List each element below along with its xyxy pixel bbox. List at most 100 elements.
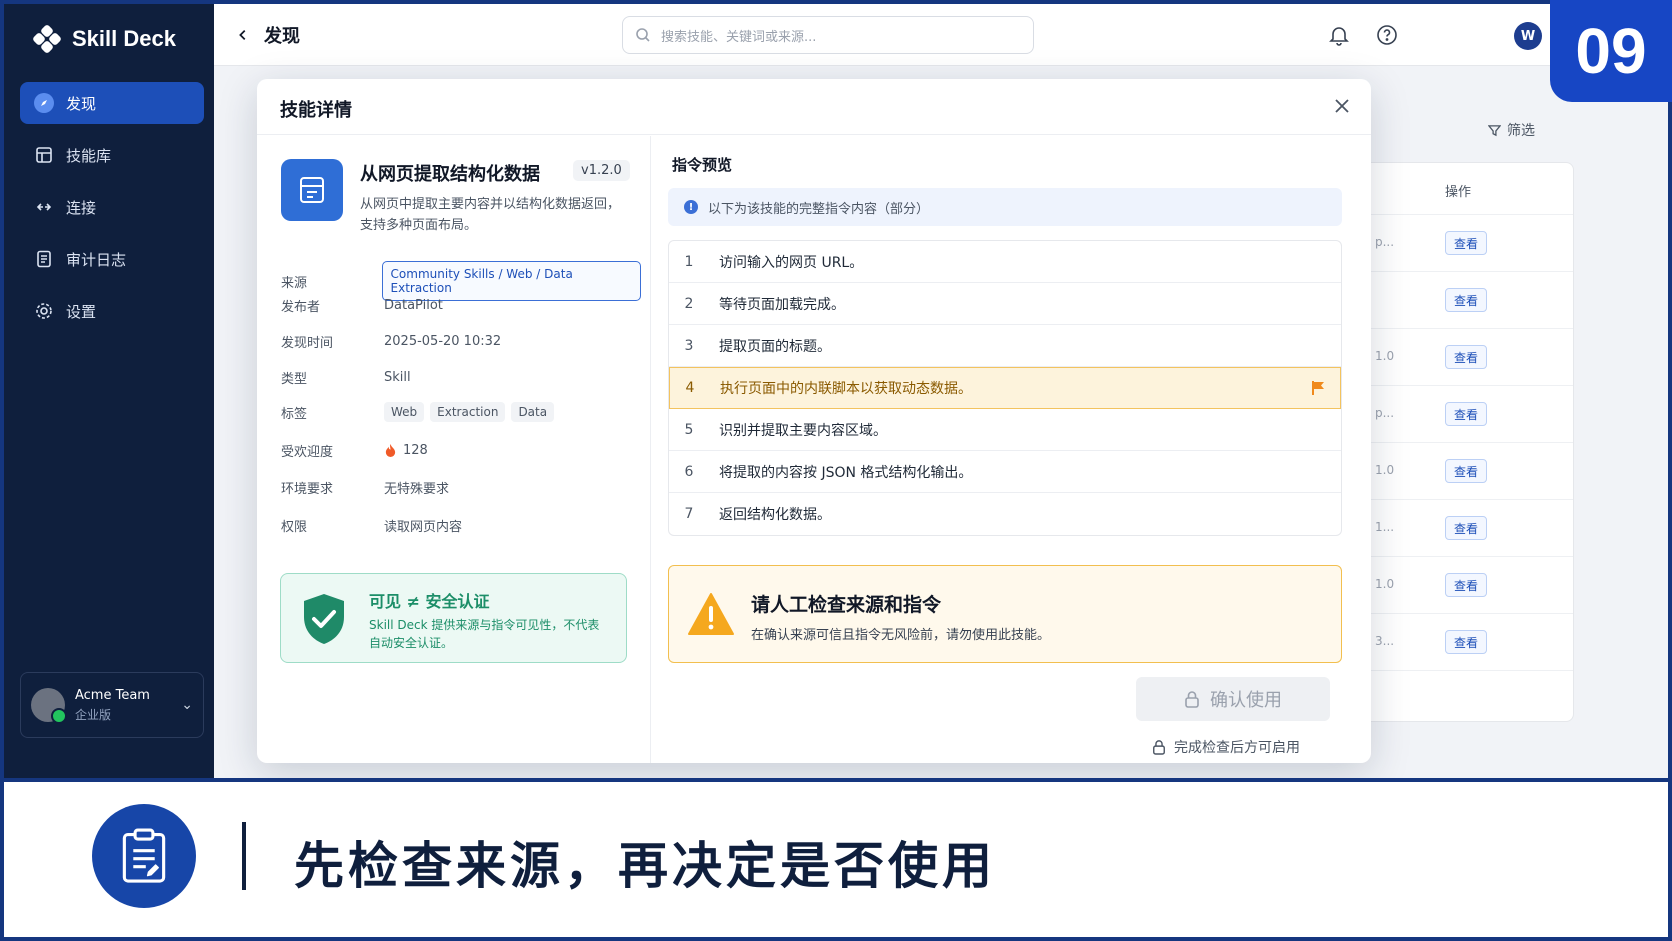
sidebar-item-connect[interactable]: 连接 <box>20 186 204 228</box>
skill-icon <box>281 159 343 221</box>
instruction-step: 2 等待页面加载完成。 <box>669 283 1341 325</box>
view-button[interactable]: 查看 <box>1445 231 1487 255</box>
meta-label: 权限 <box>281 520 308 535</box>
step-text: 返回结构化数据。 <box>719 507 831 523</box>
filter-button[interactable]: 筛选 <box>1488 120 1535 140</box>
meta-popularity: 受欢迎度 128 <box>281 441 641 460</box>
step-number: 3 <box>684 337 694 354</box>
view-button[interactable]: 查看 <box>1445 459 1487 483</box>
cell-fragment: 3... <box>1375 634 1395 648</box>
tag: Extraction <box>430 402 506 422</box>
search-placeholder: 搜索技能、关键词或来源... <box>661 29 817 45</box>
step-number: 5 <box>684 421 694 438</box>
view-button[interactable]: 查看 <box>1445 402 1487 426</box>
sidebar-item-label: 设置 <box>66 302 97 321</box>
step-text: 执行页面中的内联脚本以获取动态数据。 <box>720 381 972 397</box>
instruction-step: 3 提取页面的标题。 <box>669 325 1341 367</box>
step-text: 访问输入的网页 URL。 <box>719 254 864 271</box>
step-text: 将提取的内容按 JSON 格式结构化输出。 <box>719 464 973 481</box>
meta-environment: 环境要求 无特殊要求 <box>281 478 641 497</box>
sidebar-item-audit-log[interactable]: 审计日志 <box>20 238 204 280</box>
step-number: 1 <box>684 253 694 270</box>
cell-fragment: 1.0 <box>1375 349 1395 363</box>
filter-icon <box>1488 124 1501 136</box>
manual-review-warning: 请人工检查来源和指令 在确认来源可信且指令无风险前，请勿使用此技能。 <box>668 565 1342 663</box>
meta-label: 标签 <box>281 406 308 422</box>
lock-icon <box>1185 691 1199 708</box>
info-text: 以下为该技能的完整指令内容（部分） <box>708 201 930 217</box>
filter-label: 筛选 <box>1507 123 1535 139</box>
skill-description: 从网页中提取主要内容并以结构化数据返回，支持多种页面布局。 <box>360 197 621 233</box>
team-info: Acme Team 企业版 <box>75 688 150 723</box>
info-icon: ! <box>684 200 698 214</box>
security-notice: 可见 ≠ 安全认证 Skill Deck 提供来源与指令可见性，不代表自动安全认… <box>280 573 627 663</box>
instruction-step: 1 访问输入的网页 URL。 <box>669 241 1341 283</box>
meta-discovered-time: 发现时间 2025-05-20 10:32 <box>281 332 641 351</box>
lock-icon <box>1153 740 1165 755</box>
chevron-left-icon[interactable] <box>236 28 250 42</box>
time-value: 2025-05-20 10:32 <box>384 334 502 349</box>
source-link[interactable]: Community Skills / Web / Data Extraction <box>381 261 641 301</box>
security-notice-title: 可见 ≠ 安全认证 <box>369 592 490 611</box>
team-avatar <box>31 688 67 724</box>
app-logo[interactable]: Skill Deck <box>32 24 176 54</box>
user-avatar[interactable]: W <box>1514 22 1542 50</box>
help-icon[interactable] <box>1376 24 1398 46</box>
env-value: 无特殊要求 <box>384 482 450 497</box>
logo-icon <box>33 25 61 53</box>
team-name: Acme Team <box>75 687 150 703</box>
search-input[interactable]: 搜索技能、关键词或来源... <box>622 16 1034 54</box>
breadcrumb: 发现 <box>236 22 300 48</box>
sidebar-item-settings[interactable]: 设置 <box>20 290 204 332</box>
bell-icon[interactable] <box>1328 24 1350 46</box>
step-number: 4 <box>685 380 695 396</box>
meta-tags: 标签 Web Extraction Data <box>281 402 641 422</box>
view-button[interactable]: 查看 <box>1445 345 1487 369</box>
warning-title: 请人工检查来源和指令 <box>751 594 942 616</box>
instruction-step-flagged: 4 执行页面中的内联脚本以获取动态数据。 <box>669 367 1341 409</box>
close-icon[interactable] <box>1331 95 1353 117</box>
connect-icon <box>36 203 52 211</box>
flag-icon <box>1312 381 1324 395</box>
view-button[interactable]: 查看 <box>1445 573 1487 597</box>
popularity-count: 128 <box>403 443 428 458</box>
view-button[interactable]: 查看 <box>1445 516 1487 540</box>
caption-bar: 先检查来源，再决定是否使用 <box>4 782 1668 937</box>
page-title: 发现 <box>264 26 300 47</box>
meta-source: 来源 Community Skills / Web / Data Extract… <box>281 261 641 301</box>
shield-check-icon <box>304 594 344 644</box>
cell-fragment: 1.0 <box>1375 577 1395 591</box>
confirm-use-button[interactable]: 确认使用 <box>1136 677 1330 721</box>
modal-title: 技能详情 <box>280 100 352 121</box>
meta-label: 发布者 <box>281 300 321 315</box>
sidebar-item-discover[interactable]: 发现 <box>20 82 204 124</box>
library-icon <box>36 147 52 163</box>
app-window: Skill Deck 发现 技能库 连接 审计日志 设置 Acme Team 企… <box>4 4 1668 778</box>
sidebar-item-label: 发现 <box>66 94 97 113</box>
step-text: 等待页面加载完成。 <box>719 296 845 313</box>
fire-icon <box>385 444 396 457</box>
sidebar-item-label: 审计日志 <box>66 250 127 269</box>
meta-label: 来源 <box>281 275 308 291</box>
view-button[interactable]: 查看 <box>1445 288 1487 312</box>
cell-fragment: p... <box>1375 235 1395 249</box>
team-switcher[interactable]: Acme Team 企业版 ⌄ <box>20 672 204 738</box>
step-text: 提取页面的标题。 <box>719 338 831 355</box>
tag-list: Web Extraction Data <box>384 402 555 422</box>
sidebar-nav: 发现 技能库 连接 审计日志 设置 <box>20 82 204 342</box>
meta-type: 类型 Skill <box>281 368 641 387</box>
sidebar-item-library[interactable]: 技能库 <box>20 134 204 176</box>
instruction-step: 6 将提取的内容按 JSON 格式结构化输出。 <box>669 451 1341 493</box>
step-text: 识别并提取主要内容区域。 <box>719 422 887 439</box>
caption-text: 先检查来源，再决定是否使用 <box>294 837 996 895</box>
skill-info-pane: 从网页提取结构化数据 v1.2.0 从网页中提取主要内容并以结构化数据返回，支持… <box>257 136 651 763</box>
tag: Web <box>384 402 425 422</box>
view-button[interactable]: 查看 <box>1445 630 1487 654</box>
step-number: 7 <box>684 506 694 522</box>
cell-fragment: p... <box>1375 406 1395 420</box>
compass-icon <box>34 93 54 113</box>
instruction-step: 7 返回结构化数据。 <box>669 493 1341 535</box>
meta-publisher: 发布者 DataPilot <box>281 296 641 315</box>
tag: Data <box>511 402 555 422</box>
confirm-hint: 完成检查后方可启用 <box>1152 737 1300 757</box>
